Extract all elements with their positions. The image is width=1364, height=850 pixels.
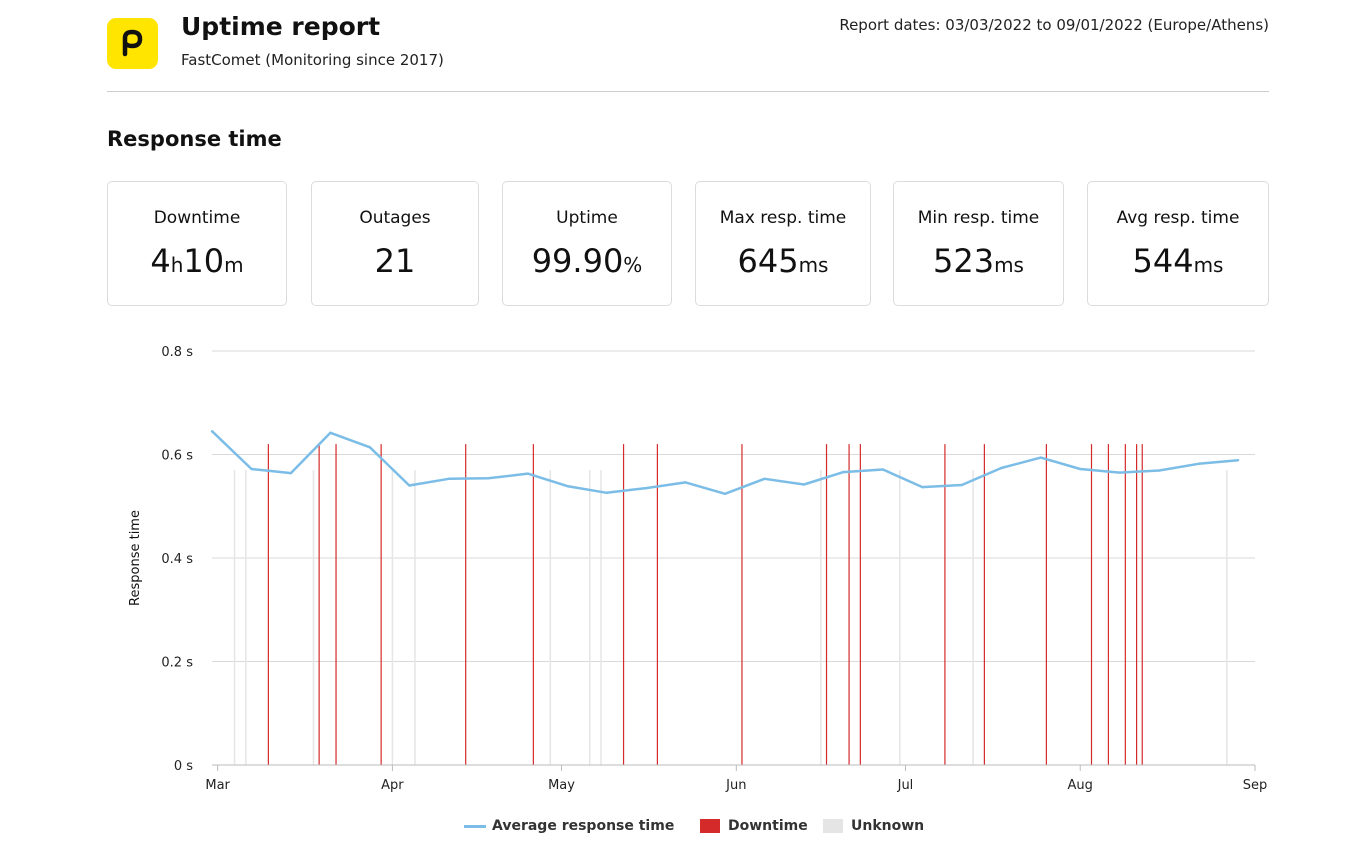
data-point xyxy=(289,471,293,475)
data-point xyxy=(1197,462,1200,466)
data-point xyxy=(250,467,253,471)
legend-item-downtime[interactable]: Downtime xyxy=(700,818,808,834)
data-point xyxy=(1157,469,1161,472)
data-point xyxy=(1118,471,1121,474)
x-tick-label: Jul xyxy=(897,778,914,793)
data-point xyxy=(368,446,372,449)
chart-legend: Average response time Downtime Unknown xyxy=(0,818,1364,838)
x-tick-label: Mar xyxy=(205,778,230,793)
data-point xyxy=(526,472,529,475)
legend-downtime-swatch xyxy=(700,819,720,833)
x-tick-label: Apr xyxy=(381,778,404,793)
data-point xyxy=(329,431,332,434)
data-point xyxy=(1000,466,1003,470)
y-tick-label: 0 s xyxy=(174,759,193,774)
y-tick-label: 0.4 s xyxy=(161,552,193,567)
data-point xyxy=(605,491,608,494)
x-tick-label: Jun xyxy=(725,778,746,793)
y-tick-label: 0.6 s xyxy=(161,449,193,464)
data-point xyxy=(684,481,687,484)
data-point xyxy=(960,483,964,487)
data-point xyxy=(763,477,766,481)
data-point xyxy=(842,470,845,474)
data-point xyxy=(723,492,727,496)
legend-label: Average response time xyxy=(492,818,675,834)
y-tick-label: 0.8 s xyxy=(161,345,193,360)
data-point xyxy=(1236,458,1240,462)
data-point xyxy=(447,477,450,481)
x-tick-label: May xyxy=(548,778,575,793)
legend-label: Downtime xyxy=(728,818,808,834)
data-point xyxy=(1079,467,1082,471)
data-point xyxy=(210,430,214,433)
data-point xyxy=(644,486,648,490)
data-point xyxy=(408,484,411,487)
data-point xyxy=(565,484,569,488)
data-point xyxy=(802,483,806,486)
legend-unknown-swatch xyxy=(823,819,843,833)
series-line-average-response-time xyxy=(211,430,1239,496)
data-point xyxy=(921,485,924,489)
legend-label: Unknown xyxy=(851,818,925,834)
data-point xyxy=(1039,456,1042,459)
x-tick-label: Sep xyxy=(1243,778,1268,793)
y-tick-label: 0.2 s xyxy=(161,656,193,671)
legend-item-unknown[interactable]: Unknown xyxy=(823,818,924,834)
x-tick-label: Aug xyxy=(1068,778,1093,793)
y-axis-label: Response time xyxy=(128,510,143,606)
data-point xyxy=(881,468,885,471)
data-point xyxy=(487,477,490,480)
response-time-chart: 0 s 0.2 s 0.4 s 0.6 s 0.8 s Mar Apr May Jun Jul Au… xyxy=(128,345,1268,793)
legend-line-swatch xyxy=(464,824,486,828)
legend-item-average[interactable]: Average response time xyxy=(464,818,674,834)
